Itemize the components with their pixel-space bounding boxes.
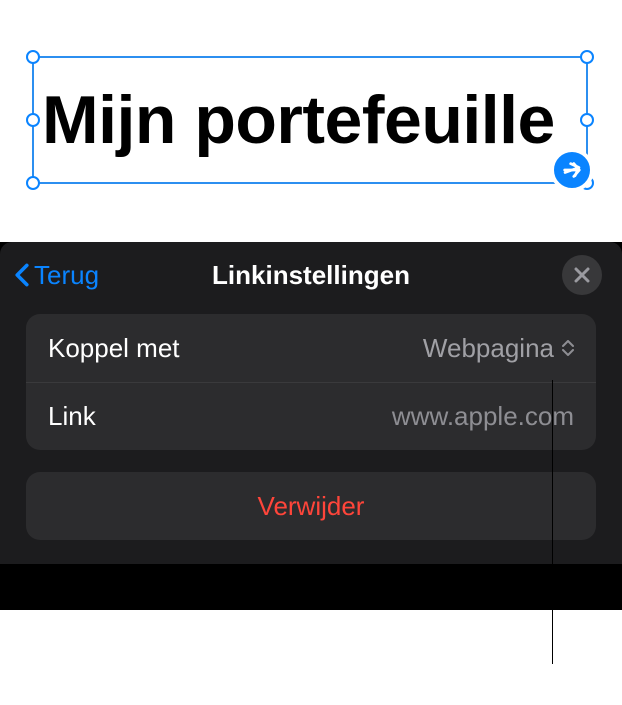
link-with-value: Webpagina [423, 333, 554, 364]
panel-title: Linkinstellingen [212, 260, 410, 291]
callout-line [552, 380, 553, 664]
link-with-label: Koppel met [48, 333, 180, 364]
bottom-area [0, 610, 622, 705]
link-settings-panel: Terug Linkinstellingen Koppel met Webpag… [0, 242, 622, 564]
link-indicator-badge[interactable] [550, 148, 594, 192]
link-with-row[interactable]: Koppel met Webpagina [26, 314, 596, 382]
selected-text-box[interactable]: Mijn portefeuille [32, 56, 588, 184]
link-url-row[interactable]: Link www.apple.com [26, 382, 596, 450]
settings-group: Koppel met Webpagina Link www.apple.com [26, 314, 596, 450]
select-arrows-icon [562, 340, 574, 356]
resize-handle[interactable] [26, 50, 40, 64]
delete-group: Verwijder [26, 472, 596, 540]
back-label: Terug [34, 260, 99, 291]
resize-handle[interactable] [26, 176, 40, 190]
chevron-left-icon [14, 263, 30, 287]
link-with-value-wrap: Webpagina [423, 333, 574, 364]
link-url-placeholder: www.apple.com [392, 401, 574, 432]
link-label: Link [48, 401, 96, 432]
arrow-forward-icon [561, 159, 583, 181]
text-box-content: Mijn portefeuille [42, 86, 555, 154]
close-button[interactable] [562, 255, 602, 295]
resize-handle[interactable] [580, 113, 594, 127]
resize-handle[interactable] [580, 50, 594, 64]
back-button[interactable]: Terug [0, 260, 99, 291]
delete-button[interactable]: Verwijder [26, 472, 596, 540]
delete-label: Verwijder [258, 491, 365, 522]
canvas-area: Mijn portefeuille [0, 0, 622, 242]
close-icon [574, 267, 590, 283]
resize-handle[interactable] [26, 113, 40, 127]
panel-header: Terug Linkinstellingen [0, 242, 622, 308]
